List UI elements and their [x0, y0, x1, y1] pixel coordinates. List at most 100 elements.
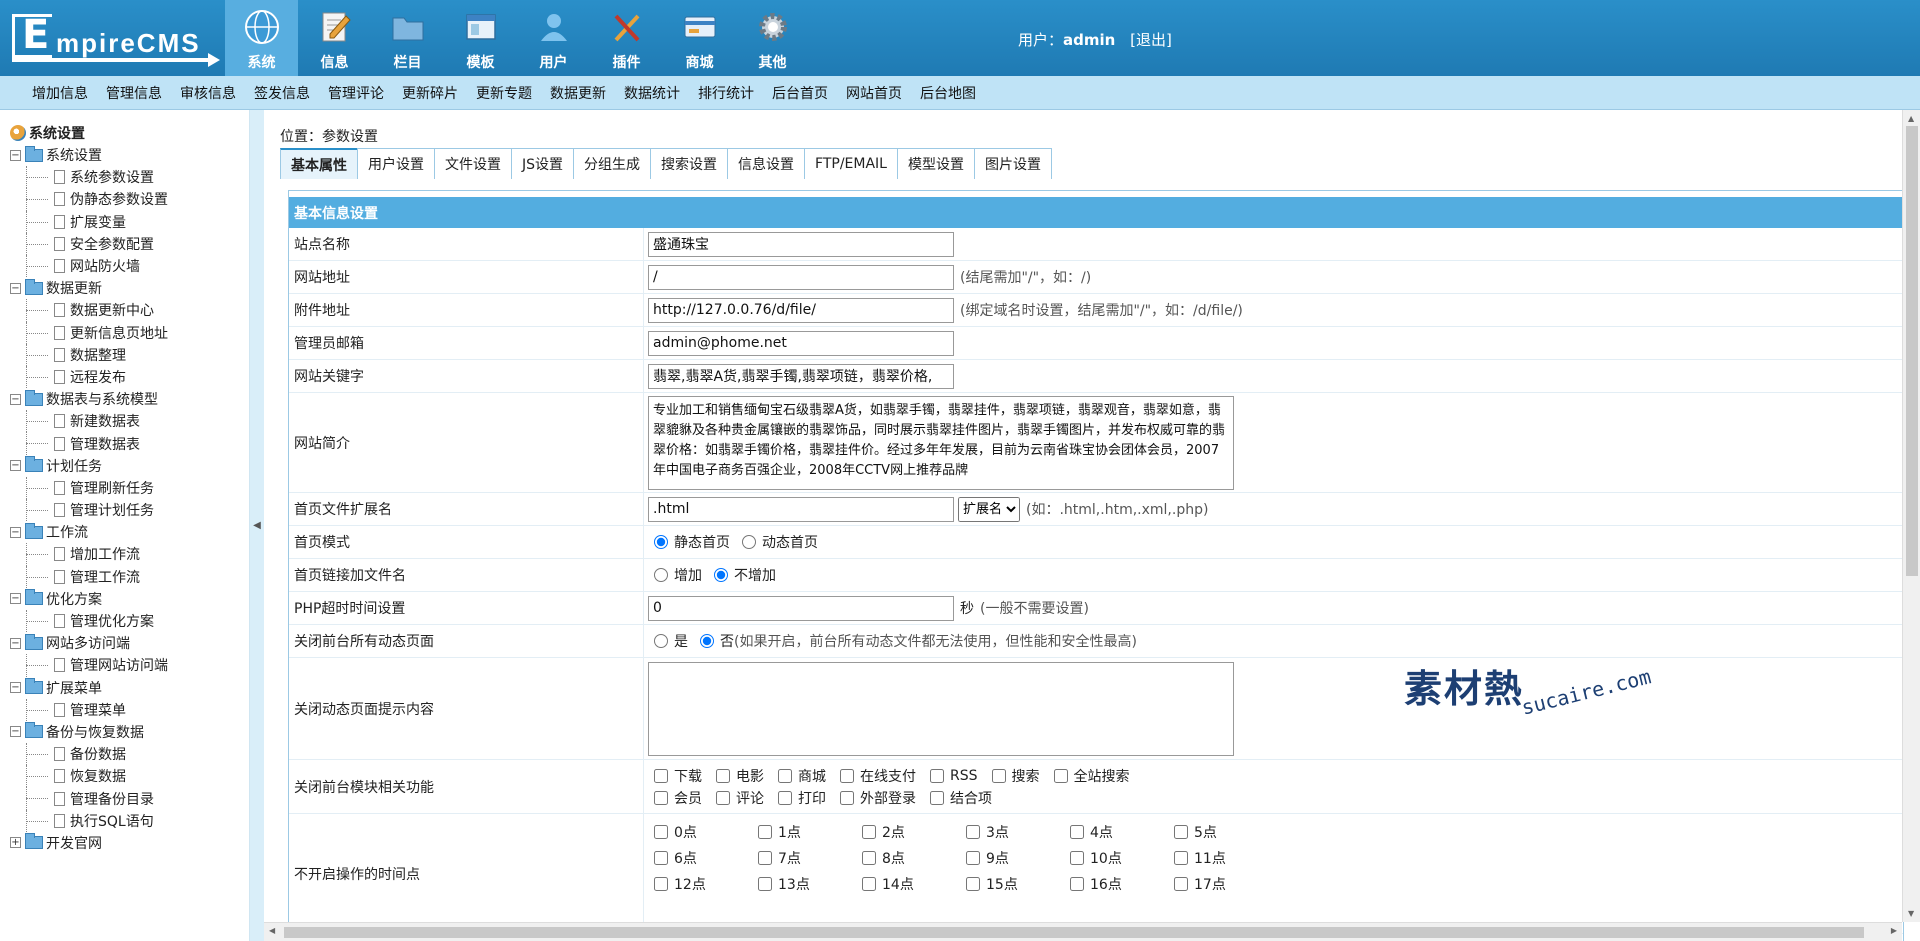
checkbox[interactable] [930, 790, 944, 805]
sidebar-collapse-handle[interactable]: ◀ [250, 110, 264, 941]
checkbox[interactable] [840, 790, 854, 805]
index-mode-dynamic-radio[interactable] [742, 535, 756, 549]
tree-group-8[interactable]: − 备份与恢复数据 [10, 721, 249, 743]
module-checkbox[interactable]: 在线支付 [834, 766, 916, 786]
checkbox[interactable] [716, 768, 730, 783]
checkbox[interactable] [758, 877, 772, 891]
scroll-left-icon[interactable]: ◀ [269, 926, 275, 935]
checkbox[interactable] [654, 825, 668, 839]
collapse-icon[interactable]: − [10, 526, 21, 538]
tree-leaf[interactable]: 执行SQL语句 [10, 809, 249, 833]
collapse-icon[interactable]: − [10, 460, 21, 472]
tree-leaf[interactable]: 远程发布 [10, 365, 249, 389]
close-msg-textarea[interactable] [648, 661, 1234, 756]
nav-item-3[interactable]: 模板 [444, 0, 517, 76]
tab-4[interactable]: 分组生成 [573, 148, 652, 179]
submenu-item-7[interactable]: 数据更新 [538, 83, 612, 103]
collapse-icon[interactable]: − [10, 637, 21, 649]
logout-link[interactable]: [退出] [1130, 31, 1172, 49]
tree-leaf[interactable]: 新建数据表 [10, 410, 249, 433]
hour-checkbox[interactable]: 0点 [654, 822, 758, 842]
breadcrumb-current[interactable]: 参数设置 [322, 129, 378, 145]
submenu-item-6[interactable]: 更新专题 [464, 83, 538, 103]
checkbox[interactable] [654, 877, 668, 891]
tree-leaf[interactable]: 网站防火墙 [10, 254, 249, 278]
submenu-item-9[interactable]: 排行统计 [686, 83, 760, 103]
admin-email-input[interactable] [648, 330, 954, 356]
submenu-item-3[interactable]: 签发信息 [242, 83, 316, 103]
tree-group-6[interactable]: − 网站多访问端 [10, 632, 249, 654]
tab-5[interactable]: 搜索设置 [650, 148, 729, 179]
hour-checkbox[interactable]: 1点 [758, 822, 862, 842]
scroll-up-icon[interactable]: ▲ [1908, 114, 1914, 123]
submenu-item-4[interactable]: 管理评论 [316, 83, 390, 103]
tree-group-2[interactable]: − 数据表与系统模型 [10, 388, 249, 410]
hour-checkbox[interactable]: 17点 [1174, 874, 1278, 894]
submenu-item-2[interactable]: 审核信息 [168, 83, 242, 103]
tree-leaf[interactable]: 安全参数配置 [10, 232, 249, 256]
checkbox[interactable] [966, 851, 980, 865]
nav-item-6[interactable]: 商城 [663, 0, 736, 76]
tab-1[interactable]: 用户设置 [357, 148, 435, 179]
collapse-icon[interactable]: − [10, 282, 21, 294]
close-dynamic-no-radio[interactable] [700, 634, 714, 648]
hour-checkbox[interactable]: 11点 [1174, 848, 1278, 868]
tree-group-0[interactable]: − 系统设置 [10, 144, 249, 166]
nav-item-1[interactable]: 信息 [298, 0, 371, 76]
tree-leaf[interactable]: 数据更新中心 [10, 299, 249, 322]
tree-leaf[interactable]: 恢复数据 [10, 765, 249, 788]
scroll-down-icon[interactable]: ▼ [1908, 909, 1914, 918]
tab-3[interactable]: JS设置 [511, 148, 575, 179]
checkbox[interactable] [1070, 825, 1084, 839]
tree-group-7[interactable]: − 扩展菜单 [10, 677, 249, 699]
checkbox[interactable] [1174, 825, 1188, 839]
vertical-scrollbar[interactable]: ▲ ▼ [1902, 110, 1920, 922]
site-name-input[interactable] [648, 231, 954, 257]
tree-leaf[interactable]: 管理优化方案 [10, 609, 249, 633]
hour-checkbox[interactable]: 9点 [966, 848, 1070, 868]
module-checkbox[interactable]: 打印 [772, 788, 826, 808]
index-link-add-radio[interactable] [654, 568, 668, 582]
index-ext-select[interactable]: 扩展名 [958, 496, 1020, 522]
checkbox[interactable] [991, 768, 1006, 783]
tree-leaf[interactable]: 管理计划任务 [10, 499, 249, 522]
module-checkbox[interactable]: 结合项 [924, 788, 992, 808]
close-dynamic-no[interactable]: 否 [694, 631, 734, 651]
module-checkbox[interactable]: RSS [924, 768, 978, 784]
hour-checkbox[interactable]: 7点 [758, 848, 862, 868]
checkbox[interactable] [1053, 768, 1068, 783]
index-link-noadd-radio[interactable] [714, 568, 728, 582]
checkbox[interactable] [716, 790, 730, 805]
scroll-right-icon[interactable]: ▶ [1891, 926, 1897, 935]
index-link-noadd[interactable]: 不增加 [708, 565, 776, 585]
empirecms-logo[interactable]: E mpireCMS [8, 8, 220, 68]
nav-item-7[interactable]: 其他 [736, 0, 809, 76]
checkbox[interactable] [1174, 851, 1188, 865]
tree-group-5[interactable]: − 优化方案 [10, 588, 249, 610]
submenu-item-12[interactable]: 后台地图 [908, 83, 982, 103]
tree-leaf[interactable]: 数据整理 [10, 343, 249, 367]
tree-leaf[interactable]: 管理数据表 [10, 432, 249, 455]
checkbox[interactable] [654, 851, 668, 865]
checkbox[interactable] [930, 768, 944, 783]
submenu-item-0[interactable]: 增加信息 [20, 83, 94, 103]
hour-checkbox[interactable]: 10点 [1070, 848, 1174, 868]
checkbox[interactable] [1070, 877, 1084, 891]
hour-checkbox[interactable]: 14点 [862, 874, 966, 894]
php-timeout-input[interactable] [648, 595, 954, 621]
keywords-input[interactable] [648, 363, 954, 389]
hour-checkbox[interactable]: 5点 [1174, 822, 1278, 842]
hour-checkbox[interactable]: 3点 [966, 822, 1070, 842]
hour-checkbox[interactable]: 15点 [966, 874, 1070, 894]
module-checkbox[interactable]: 全站搜索 [1048, 766, 1130, 786]
submenu-item-10[interactable]: 后台首页 [760, 83, 834, 103]
tree-group-1[interactable]: − 数据更新 [10, 277, 249, 299]
hour-checkbox[interactable]: 6点 [654, 848, 758, 868]
hour-checkbox[interactable]: 2点 [862, 822, 966, 842]
checkbox[interactable] [778, 790, 792, 805]
tree-group-9[interactable]: + 开发官网 [10, 832, 249, 854]
hour-checkbox[interactable]: 13点 [758, 874, 862, 894]
site-url-input[interactable] [648, 264, 954, 290]
tab-6[interactable]: 信息设置 [727, 148, 806, 179]
tree-group-4[interactable]: − 工作流 [10, 521, 249, 543]
